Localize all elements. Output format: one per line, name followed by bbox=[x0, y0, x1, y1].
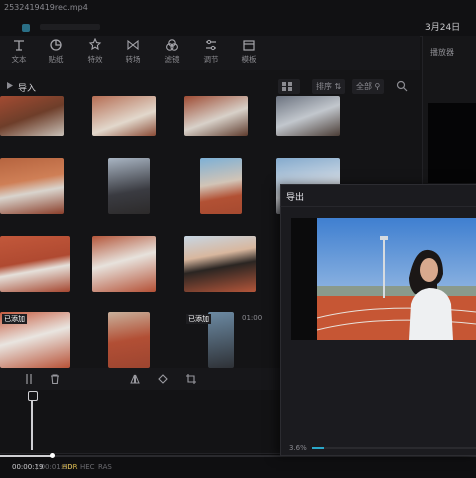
search-icon[interactable] bbox=[396, 80, 408, 92]
media-thumbnail[interactable] bbox=[108, 158, 150, 214]
export-progress-fill bbox=[312, 447, 324, 449]
tool-effects-label: 特效 bbox=[87, 55, 103, 64]
view-mode-button[interactable] bbox=[278, 79, 300, 94]
tool-template-label: 模板 bbox=[241, 55, 257, 64]
codec-tag: HEC bbox=[80, 463, 95, 471]
player-canvas bbox=[428, 103, 476, 183]
adjust-icon bbox=[206, 39, 216, 51]
export-title: 导出 bbox=[286, 193, 305, 203]
timeline[interactable] bbox=[0, 390, 280, 450]
mirror-icon[interactable] bbox=[130, 374, 140, 384]
media-thumbnail[interactable] bbox=[92, 96, 156, 136]
app-logo-icon bbox=[22, 24, 30, 32]
tool-transitions-label: 转场 bbox=[125, 55, 141, 64]
divider bbox=[280, 206, 476, 207]
window-title: 2532419419rec.mp4 bbox=[4, 3, 88, 12]
media-thumbnail[interactable] bbox=[200, 158, 242, 214]
text-icon bbox=[14, 40, 24, 51]
format-tag: RAS bbox=[98, 463, 112, 471]
playback-progress-handle[interactable] bbox=[50, 453, 55, 458]
sort-icon: ⇅ bbox=[334, 82, 342, 91]
timeline-toolbar bbox=[0, 368, 280, 390]
tool-sticker[interactable]: 贴纸 bbox=[41, 38, 71, 65]
rotate-icon[interactable] bbox=[158, 374, 168, 384]
media-thumbnail[interactable] bbox=[276, 96, 340, 136]
tool-effects[interactable]: 特效 bbox=[80, 38, 110, 65]
template-icon bbox=[243, 40, 255, 51]
tool-filters[interactable]: 滤镜 bbox=[157, 38, 187, 65]
media-thumbnail[interactable] bbox=[0, 96, 64, 136]
player-label: 播放器 bbox=[430, 48, 454, 57]
tool-text-label: 文本 bbox=[11, 55, 27, 64]
export-progress-track bbox=[312, 447, 476, 449]
export-preview bbox=[291, 218, 476, 340]
effects-icon bbox=[88, 38, 102, 51]
duration-badge: 01:00 bbox=[242, 314, 263, 322]
import-button[interactable]: 导入 bbox=[18, 81, 36, 94]
split-icon[interactable] bbox=[24, 374, 34, 384]
media-thumbnail[interactable] bbox=[184, 96, 248, 136]
hdr-tag: HDR bbox=[62, 463, 78, 471]
added-badge: 已添加 bbox=[186, 314, 211, 324]
collapse-icon[interactable] bbox=[6, 81, 14, 90]
media-thumbnail[interactable] bbox=[184, 236, 256, 292]
tool-template[interactable]: 模板 bbox=[234, 38, 264, 65]
transition-icon bbox=[127, 39, 139, 51]
tool-adjust-label: 调节 bbox=[203, 55, 219, 64]
tool-filters-label: 滤镜 bbox=[164, 55, 180, 64]
media-thumbnail[interactable] bbox=[0, 236, 70, 292]
media-thumbnail[interactable] bbox=[108, 312, 150, 368]
tool-sticker-label: 贴纸 bbox=[48, 55, 64, 64]
project-name-placeholder bbox=[40, 24, 100, 30]
delete-icon[interactable] bbox=[50, 374, 60, 385]
grid-view-icon bbox=[282, 82, 292, 91]
tool-adjust[interactable]: 调节 bbox=[196, 38, 226, 65]
crop-icon[interactable] bbox=[186, 374, 196, 384]
media-thumbnail[interactable] bbox=[208, 312, 234, 368]
filter-icon: ⚲ bbox=[374, 82, 381, 91]
tool-transitions[interactable]: 转场 bbox=[118, 38, 148, 65]
filter-button[interactable]: 全部 ⚲ bbox=[352, 79, 385, 94]
filter-label: 全部 bbox=[356, 82, 372, 91]
tool-text[interactable]: 文本 bbox=[4, 38, 34, 65]
added-badge: 已添加 bbox=[2, 314, 27, 324]
media-thumbnail[interactable] bbox=[0, 158, 64, 214]
filter-icon bbox=[166, 39, 178, 51]
media-thumbnail[interactable] bbox=[92, 236, 156, 292]
date-label: 3月24日 bbox=[425, 23, 461, 33]
sort-button[interactable]: 排序 ⇅ bbox=[312, 79, 346, 94]
playhead-handle[interactable] bbox=[28, 391, 38, 401]
preview-image bbox=[316, 218, 476, 340]
playhead[interactable] bbox=[31, 396, 33, 450]
sticker-icon bbox=[50, 39, 62, 51]
sort-label: 排序 bbox=[316, 82, 332, 91]
export-progress-text: 3.6% bbox=[289, 444, 307, 452]
playback-progress-fill bbox=[0, 455, 52, 457]
